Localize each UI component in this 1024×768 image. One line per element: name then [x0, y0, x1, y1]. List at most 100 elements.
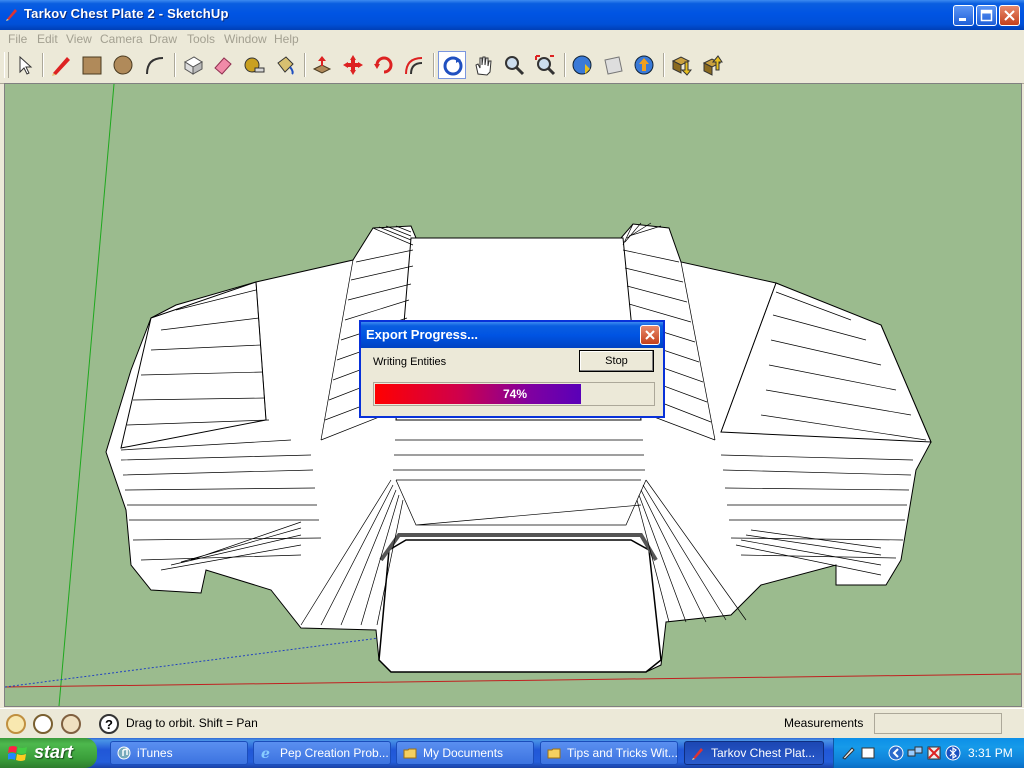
offset-icon: [405, 57, 423, 75]
import-icon: [671, 56, 692, 76]
task-label: Tarkov Chest Plat...: [711, 746, 816, 760]
pencil-icon: [52, 57, 70, 76]
orbit-tool-button[interactable]: [438, 51, 466, 79]
export-button[interactable]: [698, 51, 726, 79]
taskbar-item-my-documents[interactable]: My Documents: [396, 741, 534, 765]
taskbar: start iTunes e Pep Creation Prob... My D…: [0, 738, 1024, 768]
component-icon: [184, 56, 203, 75]
pan-hand-icon: [475, 56, 492, 76]
question-mark-glyph: ?: [105, 717, 113, 732]
zoom-extents-icon: [535, 55, 556, 76]
move-icon: [343, 55, 363, 75]
expand-tray-icon[interactable]: [888, 745, 904, 761]
menu-camera[interactable]: Camera: [100, 32, 143, 46]
minimize-button[interactable]: [953, 5, 974, 26]
rotate-icon: [374, 56, 393, 74]
chest-plate-model[interactable]: [105, 223, 932, 673]
taskbar-item-itunes[interactable]: iTunes: [110, 741, 248, 765]
svg-text:e: e: [261, 746, 270, 760]
zoom-tool-button[interactable]: [500, 51, 528, 79]
share-model-button[interactable]: [630, 51, 658, 79]
toolbar-separator: [564, 53, 566, 77]
menu-draw[interactable]: Draw: [149, 32, 177, 46]
arc-tool-button[interactable]: [140, 51, 168, 79]
windows-logo-icon: [8, 746, 27, 761]
network-tray-icon[interactable]: [907, 745, 923, 761]
sketchup-icon: [692, 748, 703, 760]
push-pull-button[interactable]: [308, 51, 336, 79]
paint-bucket-icon: [277, 56, 294, 75]
orbit-icon: [443, 56, 463, 76]
toolbar-grip[interactable]: [4, 52, 9, 78]
export-progress-dialog: Export Progress... Writing Entities Stop…: [359, 320, 665, 418]
rectangle-icon: [82, 56, 102, 75]
toolbar-separator: [663, 53, 665, 77]
help-question-icon[interactable]: ?: [99, 714, 119, 734]
menu-bar: File Edit View Camera Draw Tools Window …: [0, 30, 1024, 47]
svg-text:?: ?: [105, 717, 113, 732]
start-button[interactable]: start: [0, 738, 97, 768]
red-axis: [5, 673, 1021, 688]
status-hint: Drag to orbit. Shift = Pan: [126, 716, 258, 730]
menu-window[interactable]: Window: [224, 32, 267, 46]
taskbar-item-pep-creation[interactable]: e Pep Creation Prob...: [253, 741, 391, 765]
import-button[interactable]: [667, 51, 695, 79]
close-icon: [645, 330, 655, 340]
eraser-icon: [214, 57, 232, 75]
maximize-button[interactable]: [976, 5, 997, 26]
globe-download-icon: [572, 55, 592, 75]
connection-tray-icon[interactable]: [926, 745, 942, 761]
pen-tray-icon[interactable]: [840, 745, 856, 761]
task-label: My Documents: [423, 746, 504, 760]
toolbar-separator: [174, 53, 176, 77]
pencil-tool-button[interactable]: [47, 51, 75, 79]
zoom-extents-button[interactable]: [531, 51, 559, 79]
minimize-icon: [959, 18, 966, 21]
status-bar: ? Drag to orbit. Shift = Pan Measurement…: [0, 708, 1024, 739]
measurements-input[interactable]: [874, 713, 1002, 734]
geo-location-icon[interactable]: [6, 714, 26, 734]
taskbar-item-tips-and-tricks[interactable]: Tips and Tricks Wit...: [540, 741, 678, 765]
menu-edit[interactable]: Edit: [37, 32, 58, 46]
make-component-button[interactable]: [179, 51, 207, 79]
paint-bucket-button[interactable]: [271, 51, 299, 79]
menu-view[interactable]: View: [66, 32, 92, 46]
credits-icon[interactable]: [33, 714, 53, 734]
start-label: start: [34, 742, 74, 762]
clock: 3:31 PM: [968, 746, 1013, 760]
folder-icon: [547, 748, 561, 759]
maximize-icon: [980, 9, 993, 22]
rotate-tool-button[interactable]: [370, 51, 398, 79]
dialog-title-bar[interactable]: Export Progress...: [361, 322, 663, 348]
itunes-icon: [117, 746, 131, 760]
language-tray-icon[interactable]: [860, 745, 876, 761]
export-progress-bar: 74%: [373, 382, 655, 406]
taskbar-item-sketchup[interactable]: Tarkov Chest Plat...: [684, 741, 824, 765]
circle-tool-button[interactable]: [109, 51, 137, 79]
toolbar: [0, 47, 1024, 84]
ie-icon: e: [261, 746, 270, 760]
user-account-icon[interactable]: [61, 714, 81, 734]
folder-icon: [403, 748, 417, 759]
eraser-tool-button[interactable]: [209, 51, 237, 79]
pan-tool-button[interactable]: [469, 51, 497, 79]
green-axis: [58, 84, 115, 706]
close-button[interactable]: [999, 5, 1020, 26]
rectangle-tool-button[interactable]: [78, 51, 106, 79]
move-tool-button[interactable]: [339, 51, 367, 79]
system-tray: 3:31 PM: [833, 738, 1024, 768]
title-bar[interactable]: Tarkov Chest Plate 2 - SketchUp: [0, 0, 1024, 30]
stop-button[interactable]: Stop: [579, 350, 654, 372]
menu-help[interactable]: Help: [274, 32, 299, 46]
select-tool-button[interactable]: [10, 51, 38, 79]
bluetooth-tray-icon[interactable]: [945, 745, 961, 761]
left-side-panel: [120, 281, 267, 449]
dialog-close-button[interactable]: [640, 325, 660, 345]
get-models-button[interactable]: [568, 51, 596, 79]
offset-tool-button[interactable]: [400, 51, 428, 79]
menu-tools[interactable]: Tools: [187, 32, 215, 46]
menu-file[interactable]: File: [8, 32, 27, 46]
globe-upload-icon: [634, 55, 654, 75]
tape-measure-button[interactable]: [240, 51, 268, 79]
photo-texture-button[interactable]: [599, 51, 627, 79]
